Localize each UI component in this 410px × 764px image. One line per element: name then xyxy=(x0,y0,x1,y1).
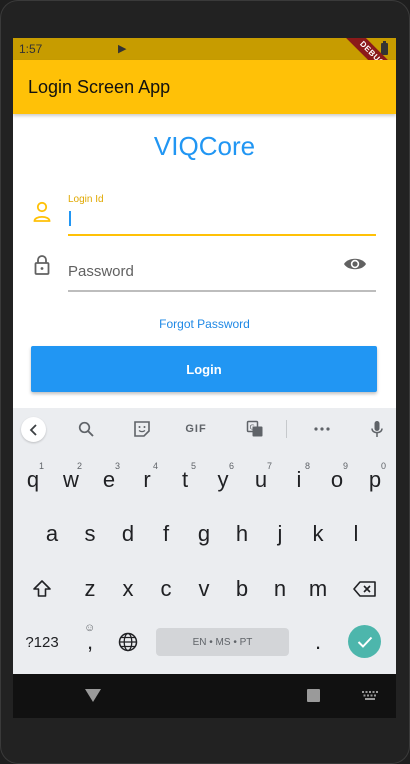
key-l[interactable]: l xyxy=(337,512,375,556)
key-d[interactable]: d xyxy=(109,512,147,556)
key-o[interactable]: o9 xyxy=(318,458,356,502)
shift-icon xyxy=(33,580,51,597)
login-id-label: Login Id xyxy=(68,194,104,205)
keyboard-toolbar: GIF G xyxy=(13,408,396,450)
nav-recents-icon[interactable] xyxy=(307,689,320,702)
key-a[interactable]: a xyxy=(33,512,71,556)
backspace-key[interactable] xyxy=(346,567,384,611)
key-u[interactable]: u7 xyxy=(242,458,280,502)
app-screen: 1:57 ▶ DEBUG Login Screen App VIQCore Lo… xyxy=(13,38,396,704)
key-y[interactable]: y6 xyxy=(204,458,242,502)
key-e[interactable]: e3 xyxy=(90,458,128,502)
text-caret xyxy=(69,211,71,226)
navigation-bar xyxy=(13,674,396,718)
shift-key[interactable] xyxy=(23,567,61,611)
key-v[interactable]: v xyxy=(185,567,223,611)
key-k[interactable]: k xyxy=(299,512,337,556)
key-m[interactable]: m xyxy=(299,567,337,611)
mic-icon[interactable] xyxy=(364,408,390,450)
backspace-icon xyxy=(353,581,376,597)
key-r[interactable]: r4 xyxy=(128,458,166,502)
person-icon xyxy=(33,201,51,222)
soft-keyboard: GIF G q1 w2 e3 r4 t5 y6 u7 i8 o9 p0 a s … xyxy=(13,408,396,704)
key-w[interactable]: w2 xyxy=(52,458,90,502)
status-bar: 1:57 ▶ xyxy=(13,38,396,60)
keyboard-switch-icon[interactable] xyxy=(362,691,378,701)
key-h[interactable]: h xyxy=(223,512,261,556)
login-id-input[interactable] xyxy=(68,208,376,236)
more-icon[interactable] xyxy=(309,408,335,450)
translate-icon[interactable]: G xyxy=(242,408,268,450)
globe-icon xyxy=(118,632,138,652)
play-store-icon: ▶ xyxy=(118,43,127,55)
key-n[interactable]: n xyxy=(261,567,299,611)
spacebar[interactable]: EN • MS • PT xyxy=(156,628,289,656)
svg-text:G: G xyxy=(250,424,255,432)
enter-key[interactable] xyxy=(348,625,381,658)
password-input[interactable] xyxy=(68,252,376,292)
sticker-icon[interactable] xyxy=(129,408,155,450)
forgot-password-link[interactable]: Forgot Password xyxy=(13,317,396,331)
key-t[interactable]: t5 xyxy=(166,458,204,502)
search-icon[interactable] xyxy=(73,408,99,450)
toolbar-divider xyxy=(286,420,287,438)
key-c[interactable]: c xyxy=(147,567,185,611)
emoji-hint: ☺ xyxy=(84,622,96,634)
key-z[interactable]: z xyxy=(71,567,109,611)
brand-title: VIQCore xyxy=(153,131,256,161)
app-title: Login Screen App xyxy=(28,77,171,97)
gif-button[interactable]: GIF xyxy=(181,408,211,450)
symbols-key[interactable]: ?123 xyxy=(19,620,65,664)
login-button[interactable]: Login xyxy=(31,346,377,392)
key-i[interactable]: i8 xyxy=(280,458,318,502)
key-p[interactable]: p0 xyxy=(356,458,394,502)
language-key[interactable] xyxy=(109,620,147,664)
key-s[interactable]: s xyxy=(71,512,109,556)
key-x[interactable]: x xyxy=(109,567,147,611)
app-bar: Login Screen App xyxy=(13,60,396,114)
key-f[interactable]: f xyxy=(147,512,185,556)
check-icon xyxy=(357,636,372,648)
visibility-toggle-icon[interactable] xyxy=(343,256,367,272)
key-j[interactable]: j xyxy=(261,512,299,556)
comma-key[interactable]: , ☺ xyxy=(71,620,109,664)
lock-icon xyxy=(34,255,50,275)
key-b[interactable]: b xyxy=(223,567,261,611)
key-g[interactable]: g xyxy=(185,512,223,556)
back-icon[interactable] xyxy=(21,417,46,442)
status-time: 1:57 xyxy=(19,42,43,56)
period-key[interactable]: . xyxy=(299,620,337,664)
nav-back-icon[interactable] xyxy=(85,689,101,703)
key-q[interactable]: q1 xyxy=(14,458,52,502)
